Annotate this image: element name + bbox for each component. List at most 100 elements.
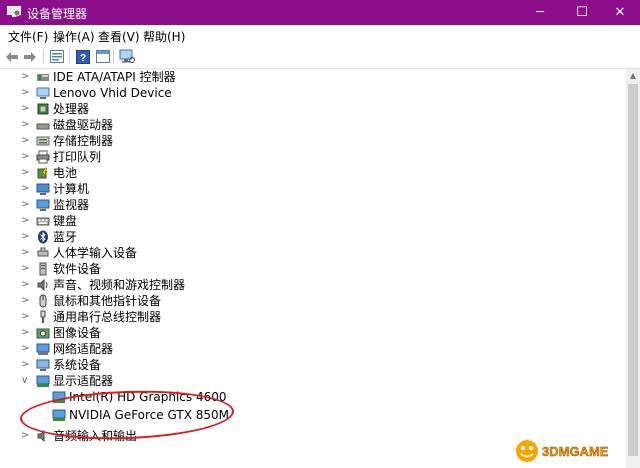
help-icon: ?: [76, 49, 90, 64]
toolbar-separator: [69, 49, 70, 64]
expand-arrow-icon[interactable]: >: [21, 214, 31, 228]
tree-node-label: 声音、视频和游戏控制器: [53, 278, 186, 292]
menu-help[interactable]: 帮助(H): [143, 28, 185, 45]
properties-icon: [50, 50, 64, 63]
maximize-button[interactable]: ☐: [562, 0, 602, 25]
device-manager-window: 设备管理器 ─ ☐ ✕ 文件(F) 操作(A) 查看(V) 帮助(H) ? > …: [0, 0, 640, 468]
expand-arrow-icon[interactable]: >: [21, 102, 31, 116]
expand-arrow-icon[interactable]: >: [21, 150, 31, 164]
scrollbar-thumb[interactable]: [628, 84, 638, 456]
tree-node-label: 键盘: [53, 214, 78, 228]
processor-icon: [37, 103, 49, 115]
tree-node-storage[interactable]: > 存储控制器: [0, 133, 626, 149]
tree-node-label: 打印队列: [53, 150, 102, 164]
tree-node-label: 电池: [53, 166, 78, 180]
tree-node-label: Lenovo Vhid Device: [53, 86, 172, 100]
keyboard-icon: [36, 217, 50, 226]
forward-button[interactable]: [21, 48, 39, 65]
tree-node-ide[interactable]: > IDE ATA/ATAPI 控制器: [0, 69, 626, 85]
tree-node-sound[interactable]: > 声音、视频和游戏控制器: [0, 277, 626, 293]
tree-node-label: 处理器: [53, 102, 90, 116]
tree-node-label: 鼠标和其他指针设备: [53, 294, 162, 308]
menu-file[interactable]: 文件(F): [8, 28, 48, 45]
expand-arrow-icon[interactable]: >: [21, 429, 31, 443]
scroll-up-arrow-icon[interactable]: ▲: [626, 69, 640, 83]
vertical-scrollbar[interactable]: ▲: [626, 69, 640, 468]
tree-node-label: 网络适配器: [53, 342, 114, 356]
expand-arrow-icon[interactable]: >: [21, 86, 31, 100]
bluetooth-icon: [38, 230, 48, 244]
expand-arrow-icon[interactable]: >: [21, 294, 31, 308]
menu-bar: 文件(F) 操作(A) 查看(V) 帮助(H): [0, 25, 640, 45]
tree-node-disk[interactable]: > 磁盘驱动器: [0, 117, 626, 133]
tree-node-label: 系统设备: [53, 358, 102, 372]
system-device-icon: [36, 359, 50, 371]
tree-node-label: 蓝牙: [53, 230, 78, 244]
hid-icon: [37, 247, 49, 257]
expand-arrow-icon[interactable]: >: [21, 70, 31, 84]
title-bar[interactable]: 设备管理器 ─ ☐ ✕: [0, 0, 640, 25]
minimize-icon: ─: [536, 5, 544, 20]
tree-node-bluetooth[interactable]: > 蓝牙: [0, 229, 626, 245]
sound-icon: [37, 278, 48, 292]
tree-node-label: 图像设备: [53, 326, 102, 340]
expand-arrow-icon[interactable]: >: [21, 358, 31, 372]
svg-text:?: ?: [80, 53, 86, 64]
tree-node-keyboard[interactable]: > 键盘: [0, 213, 626, 229]
tree-node-display-adapter[interactable]: ∨ 显示适配器: [0, 373, 626, 389]
software-device-icon: [39, 262, 47, 276]
usb-icon: [40, 310, 46, 323]
expand-arrow-icon[interactable]: >: [21, 182, 31, 196]
window-title: 设备管理器: [27, 7, 88, 21]
tree-node-print-queue[interactable]: > 打印队列: [0, 149, 626, 165]
close-button[interactable]: ✕: [600, 0, 640, 25]
watermark-logo: 3DMGAME: [516, 440, 609, 462]
tree-node-processor[interactable]: > 处理器: [0, 101, 626, 117]
expand-arrow-icon[interactable]: >: [21, 326, 31, 340]
menu-view[interactable]: 查看(V): [98, 28, 140, 45]
collapse-arrow-icon[interactable]: ∨: [21, 374, 31, 388]
tree-node-mouse[interactable]: > 鼠标和其他指针设备: [0, 293, 626, 309]
monitor-scan-icon: [119, 49, 135, 63]
properties-button[interactable]: [48, 48, 66, 65]
panel-icon: [96, 50, 110, 63]
panel-button[interactable]: [94, 48, 112, 65]
maximize-icon: ☐: [576, 5, 588, 20]
tree-node-label: 计算机: [53, 182, 90, 196]
tree-node-network[interactable]: > 网络适配器: [0, 341, 626, 357]
menu-action[interactable]: 操作(A): [53, 28, 95, 45]
back-button[interactable]: [3, 48, 21, 65]
expand-arrow-icon[interactable]: >: [21, 262, 31, 276]
battery-icon: [37, 167, 48, 179]
expand-arrow-icon[interactable]: >: [21, 166, 31, 180]
printer-icon: [36, 150, 50, 164]
tree-node-computer[interactable]: > 计算机: [0, 181, 626, 197]
tree-node-imaging[interactable]: > 图像设备: [0, 325, 626, 341]
expand-arrow-icon[interactable]: >: [21, 230, 31, 244]
minimize-button[interactable]: ─: [520, 0, 560, 25]
tree-node-label: 监视器: [53, 198, 90, 212]
watermark-text: 3DMGAME: [542, 444, 609, 459]
expand-arrow-icon[interactable]: >: [21, 278, 31, 292]
tree-node-monitor[interactable]: > 监视器: [0, 197, 626, 213]
forward-arrow-icon: [24, 51, 36, 62]
scan-hardware-button[interactable]: [118, 48, 136, 65]
mouse-icon: [39, 294, 47, 308]
expand-arrow-icon[interactable]: >: [21, 198, 31, 212]
tree-node-system[interactable]: > 系统设备: [0, 357, 626, 373]
tree-node-software-device[interactable]: > 软件设备: [0, 261, 626, 277]
ide-controller-icon: [37, 74, 49, 81]
expand-arrow-icon[interactable]: >: [21, 246, 31, 260]
tree-node-hid[interactable]: > 人体学输入设备: [0, 245, 626, 261]
tree-node-battery[interactable]: > 电池: [0, 165, 626, 181]
tree-node-label: 显示适配器: [53, 374, 114, 388]
expand-arrow-icon[interactable]: >: [21, 118, 31, 132]
tree-node-lenovo-vhid[interactable]: > Lenovo Vhid Device: [0, 85, 626, 101]
expand-arrow-icon[interactable]: >: [21, 134, 31, 148]
toolbar: ?: [0, 45, 640, 69]
help-button[interactable]: ?: [74, 48, 92, 65]
expand-arrow-icon[interactable]: >: [21, 310, 31, 324]
toolbar-separator: [113, 49, 114, 64]
expand-arrow-icon[interactable]: >: [21, 342, 31, 356]
tree-node-usb[interactable]: > 通用串行总线控制器: [0, 309, 626, 325]
